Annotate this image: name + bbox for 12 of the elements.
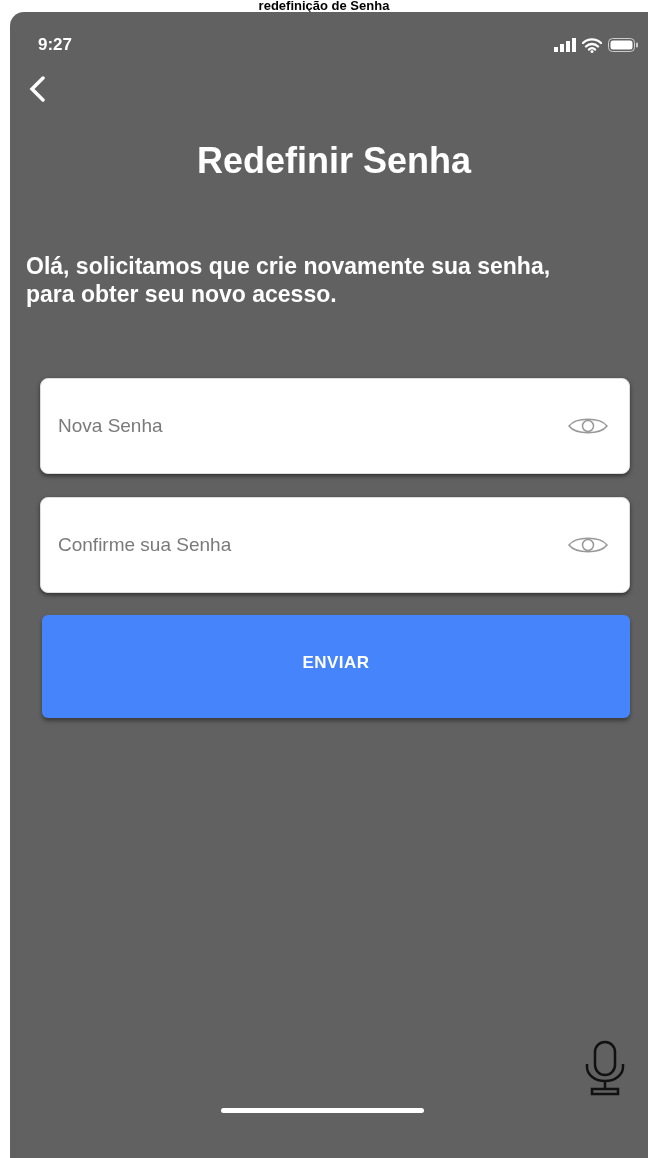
signal-icon xyxy=(554,38,576,52)
page-title: redefinição de Senha xyxy=(258,0,390,12)
back-icon xyxy=(29,76,45,102)
screen-title: Redefinir Senha xyxy=(195,139,473,183)
wifi-icon xyxy=(582,37,602,53)
submit-button[interactable]: ENVIAR xyxy=(42,615,630,718)
password-field[interactable]: Nova Senha xyxy=(40,378,630,474)
battery-icon xyxy=(608,38,638,52)
microphone-icon[interactable] xyxy=(584,1040,626,1096)
status-time: 9:27 xyxy=(38,34,73,57)
password-field[interactable]: Confirme sua Senha xyxy=(40,497,630,593)
message-text: Olá, solicitamos que crie novamente sua senha, para obter seu novo acesso. xyxy=(26,252,552,308)
